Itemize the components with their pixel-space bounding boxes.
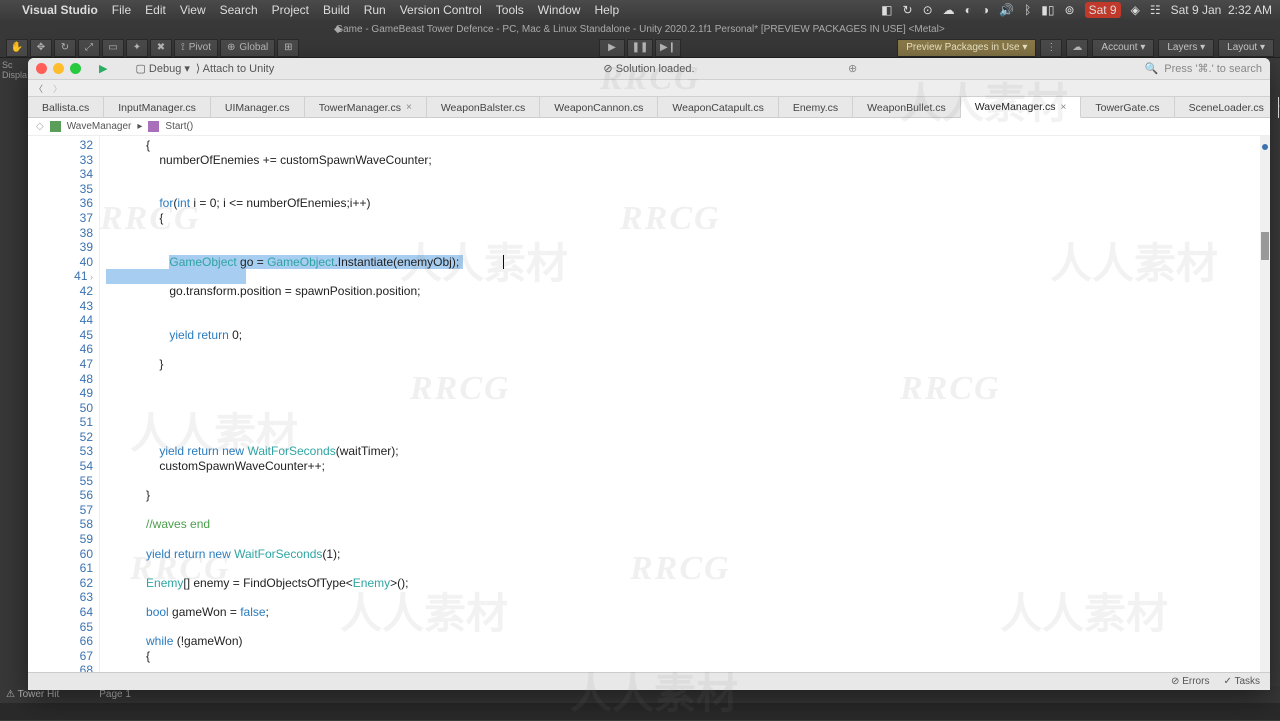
tray-icon[interactable]: ↻ [903,3,913,17]
cloud-icon[interactable]: ☁ [1066,39,1088,57]
wifi-icon[interactable]: ⊚ [1065,3,1075,17]
preview-packages-dropdown[interactable]: Preview Packages in Use ▾ [897,39,1036,57]
menu-file[interactable]: File [112,3,131,17]
tray-icon[interactable]: ◧ [881,3,892,17]
tab-ballista[interactable]: Ballista.cs [28,97,104,118]
unity-window-title: ◆ Game - GameBeast Tower Defence - PC, M… [0,20,1280,38]
battery-icon[interactable]: ▮▯ [1041,3,1054,17]
move-tool-icon[interactable]: ✥ [30,39,52,57]
tab-towergate[interactable]: TowerGate.cs [1081,97,1174,118]
unity-toolbar: ✋ ✥ ↻ ⤢ ▭ ✦ ✖ ⟟Pivot ⊕Global ⊞ ▶ ❚❚ ▶❙ P… [0,38,1280,58]
scroll-thumb[interactable] [1261,232,1269,260]
minimize-window-button[interactable] [53,63,64,74]
tray-icon[interactable]: ☷ [1150,3,1161,17]
unity-hierarchy-panel: Sc Displa [0,58,28,698]
tab-weaponbalster[interactable]: WeaponBalster.cs [427,97,540,118]
menu-version-control[interactable]: Version Control [400,3,482,17]
scroll-track[interactable] [1260,136,1270,672]
menu-run[interactable]: Run [364,3,386,17]
tab-enemy[interactable]: Enemy.cs [779,97,853,118]
global-search[interactable]: 🔍 Press '⌘.' to search [1145,62,1262,75]
tab-uimanager[interactable]: UIManager.cs [211,97,305,118]
tray-icon[interactable]: ◐ [965,3,972,17]
unity-logo-icon: ◆ [334,24,342,35]
tray-icon[interactable]: ⊙ [923,3,933,17]
unity-bottom-bar: ⚠ Tower Hit Page 1 [0,686,1280,720]
scale-tool-icon[interactable]: ⤢ [78,39,100,57]
tab-wavemanager[interactable]: WaveManager.cs× [961,97,1082,118]
tasks-button[interactable]: ✓ Tasks [1223,676,1260,687]
tab-inputmanager[interactable]: InputManager.cs [104,97,211,118]
step-button[interactable]: ▶❙ [655,39,681,57]
tray-icon[interactable]: ◑ [982,3,989,17]
tray-icon[interactable]: ☁ [943,3,955,17]
bluetooth-icon[interactable]: ᛒ [1024,3,1031,17]
debug-config-dropdown[interactable]: ▢ Debug ▾ [135,62,189,75]
layers-dropdown[interactable]: Layers ▾ [1158,39,1214,57]
menu-build[interactable]: Build [323,3,350,17]
solution-status: ⊘ Solution loaded. [603,62,694,75]
custom-tool-icon[interactable]: ✖ [150,39,172,57]
menu-view[interactable]: View [180,3,206,17]
add-icon[interactable]: ⊕ [848,62,857,75]
menu-tools[interactable]: Tools [496,3,524,17]
scroll-marker-dot [1262,144,1268,150]
search-icon: 🔍 [1145,62,1159,75]
method-icon [148,121,159,132]
page-indicator: Page 1 [99,689,131,700]
pivot-toggle[interactable]: ⟟Pivot [174,39,218,57]
close-tab-icon[interactable]: × [1061,102,1067,113]
tab-towermanager[interactable]: TowerManager.cs× [305,97,427,118]
rect-tool-icon[interactable]: ▭ [102,39,124,57]
nav-back-button[interactable]: 〈 [34,82,43,95]
menu-project[interactable]: Project [272,3,309,17]
nav-forward-button[interactable]: 〉 [53,82,62,95]
breadcrumb-class[interactable]: WaveManager [67,121,132,132]
date-badge[interactable]: Sat 9 [1085,2,1121,18]
console-message[interactable]: ⚠ Tower Hit [6,689,59,700]
breadcrumb-method[interactable]: Start() [165,121,193,132]
clock[interactable]: Sat 9 Jan 2:32 AM [1171,3,1272,17]
vs-status-bar: ⊘ Errors ✓ Tasks [28,672,1270,690]
code-content[interactable]: { numberOfEnemies += customSpawnWaveCoun… [100,136,1270,672]
menu-search[interactable]: Search [220,3,258,17]
class-icon [50,121,61,132]
vs-titlebar: ▶ ▢ Debug ▾ ⟩ Attach to Unity ⊘ Solution… [28,58,1270,80]
mac-menubar: Visual Studio File Edit View Search Proj… [0,0,1280,20]
menu-edit[interactable]: Edit [145,3,166,17]
transform-tool-icon[interactable]: ✦ [126,39,148,57]
breadcrumb: ◇ WaveManager ▸ Start() [28,118,1270,136]
menu-window[interactable]: Window [538,3,581,17]
tab-weaponcannon[interactable]: WeaponCannon.cs [540,97,658,118]
run-button[interactable]: ▶ [99,62,107,75]
tray-icon[interactable]: ◈ [1131,3,1140,17]
visual-studio-window: ▶ ▢ Debug ▾ ⟩ Attach to Unity ⊘ Solution… [28,58,1270,690]
window-controls [36,63,81,74]
pause-button[interactable]: ❚❚ [627,39,653,57]
menu-help[interactable]: Help [594,3,619,17]
line-gutter: 32333435363738394041 ›424344454647484950… [28,136,100,672]
tab-weaponbullet[interactable]: WeaponBullet.cs [853,97,961,118]
hand-tool-icon[interactable]: ✋ [6,39,28,57]
vs-nav-bar: 〈 〉 [28,80,1270,97]
maximize-window-button[interactable] [70,63,81,74]
tab-sceneloader[interactable]: SceneLoader.cs [1175,97,1279,118]
attach-target-dropdown[interactable]: ⟩ Attach to Unity [196,62,274,75]
rotate-tool-icon[interactable]: ↻ [54,39,76,57]
errors-button[interactable]: ⊘ Errors [1171,676,1209,687]
collab-icon[interactable]: ⋮ [1040,39,1062,57]
tab-weaponcatapult[interactable]: WeaponCatapult.cs [658,97,778,118]
play-button[interactable]: ▶ [599,39,625,57]
close-tab-icon[interactable]: × [406,102,412,113]
breadcrumb-none[interactable]: ◇ [36,121,44,132]
volume-icon[interactable]: 🔊 [999,3,1014,17]
global-toggle[interactable]: ⊕Global [220,39,275,57]
account-dropdown[interactable]: Account ▾ [1092,39,1154,57]
close-window-button[interactable] [36,63,47,74]
snap-icon[interactable]: ⊞ [277,39,299,57]
code-editor[interactable]: 32333435363738394041 ›424344454647484950… [28,136,1270,672]
app-name[interactable]: Visual Studio [22,3,98,17]
layout-dropdown[interactable]: Layout ▾ [1218,39,1274,57]
editor-tabs: Ballista.cs InputManager.cs UIManager.cs… [28,97,1270,118]
